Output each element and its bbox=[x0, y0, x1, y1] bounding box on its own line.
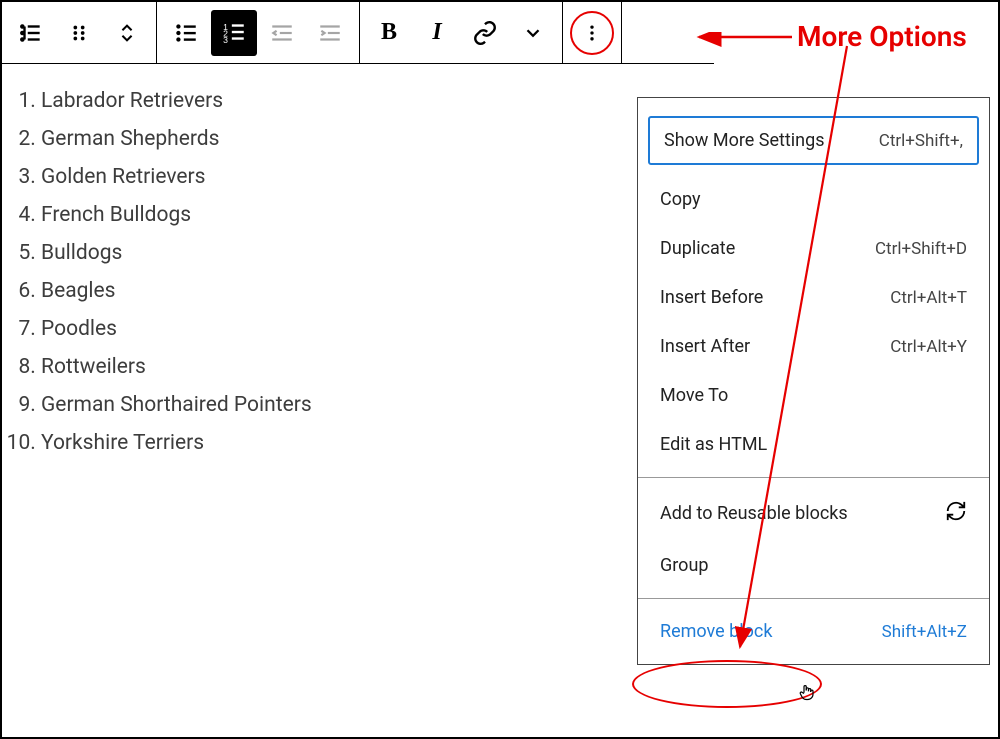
list-item[interactable]: Golden Retrievers bbox=[41, 158, 312, 196]
menu-item-label: Copy bbox=[660, 189, 701, 210]
menu-item-edit-as-html[interactable]: Edit as HTML bbox=[638, 420, 989, 469]
menu-item-shortcut: Ctrl+Alt+T bbox=[890, 288, 967, 308]
more-options-button[interactable] bbox=[569, 10, 615, 56]
menu-item-copy[interactable]: Copy bbox=[638, 175, 989, 224]
list-item[interactable]: Bulldogs bbox=[41, 234, 312, 272]
menu-item-shortcut: Ctrl+Alt+Y bbox=[890, 337, 967, 357]
list-item[interactable]: German Shorthaired Pointers bbox=[41, 386, 312, 424]
menu-item-label: Group bbox=[660, 555, 708, 576]
bold-button[interactable]: B bbox=[366, 10, 412, 56]
more-format-dropdown[interactable] bbox=[510, 10, 556, 56]
list-item[interactable]: Labrador Retrievers bbox=[41, 82, 312, 120]
toolbar-group-block bbox=[2, 2, 157, 63]
indent-button[interactable] bbox=[307, 10, 353, 56]
menu-item-label: Add to Reusable blocks bbox=[660, 503, 848, 524]
ordered-list-button[interactable]: 1 2 3 bbox=[211, 10, 257, 56]
menu-item-shortcut: Shift+Alt+Z bbox=[882, 622, 967, 642]
menu-item-remove-block[interactable]: Remove block Shift+Alt+Z bbox=[638, 607, 989, 656]
menu-item-insert-before[interactable]: Insert Before Ctrl+Alt+T bbox=[638, 273, 989, 322]
italic-button[interactable]: I bbox=[414, 10, 460, 56]
annotation-remove-block-circle bbox=[632, 660, 822, 708]
list-item[interactable]: German Shepherds bbox=[41, 120, 312, 158]
svg-text:3: 3 bbox=[223, 34, 228, 44]
more-options-menu: Show More Settings Ctrl+Shift+, Copy Duplic… bbox=[637, 97, 990, 665]
menu-item-label: Duplicate bbox=[660, 238, 735, 259]
menu-item-show-more-settings[interactable]: Show More Settings Ctrl+Shift+, bbox=[648, 116, 979, 165]
menu-item-move-to[interactable]: Move To bbox=[638, 371, 989, 420]
list-item[interactable]: French Bulldogs bbox=[41, 196, 312, 234]
refresh-icon bbox=[945, 500, 967, 527]
menu-item-group[interactable]: Group bbox=[638, 541, 989, 590]
unordered-list-button[interactable] bbox=[163, 10, 209, 56]
block-toolbar: 1 2 3 B I bbox=[2, 2, 714, 64]
move-up-down-icon[interactable] bbox=[104, 10, 150, 56]
annotation-more-options-label: More Options bbox=[797, 20, 967, 53]
menu-item-label: Edit as HTML bbox=[660, 434, 767, 455]
menu-item-label: Insert Before bbox=[660, 287, 763, 308]
outdent-button[interactable] bbox=[259, 10, 305, 56]
list-item[interactable]: Beagles bbox=[41, 272, 312, 310]
link-button[interactable] bbox=[462, 10, 508, 56]
menu-item-label: Remove block bbox=[660, 621, 772, 642]
list-block-icon[interactable] bbox=[8, 10, 54, 56]
ordered-list-content[interactable]: Labrador RetrieversGerman ShepherdsGolde… bbox=[16, 82, 312, 462]
menu-item-insert-after[interactable]: Insert After Ctrl+Alt+Y bbox=[638, 322, 989, 371]
menu-item-label: Insert After bbox=[660, 336, 750, 357]
menu-item-duplicate[interactable]: Duplicate Ctrl+Shift+D bbox=[638, 224, 989, 273]
list-item[interactable]: Yorkshire Terriers bbox=[41, 424, 312, 462]
toolbar-group-format: B I bbox=[360, 2, 563, 63]
menu-item-label: Show More Settings bbox=[664, 130, 825, 151]
list-item[interactable]: Rottweilers bbox=[41, 348, 312, 386]
menu-item-label: Move To bbox=[660, 385, 728, 406]
toolbar-group-more bbox=[563, 2, 622, 63]
menu-item-shortcut: Ctrl+Shift+D bbox=[875, 239, 967, 259]
drag-handle-icon[interactable] bbox=[56, 10, 102, 56]
menu-item-add-to-reusable-blocks[interactable]: Add to Reusable blocks bbox=[638, 486, 989, 541]
menu-item-shortcut: Ctrl+Shift+, bbox=[879, 131, 963, 151]
list-item[interactable]: Poodles bbox=[41, 310, 312, 348]
cursor-pointer-icon bbox=[798, 682, 816, 706]
toolbar-group-list-style: 1 2 3 bbox=[157, 2, 360, 63]
